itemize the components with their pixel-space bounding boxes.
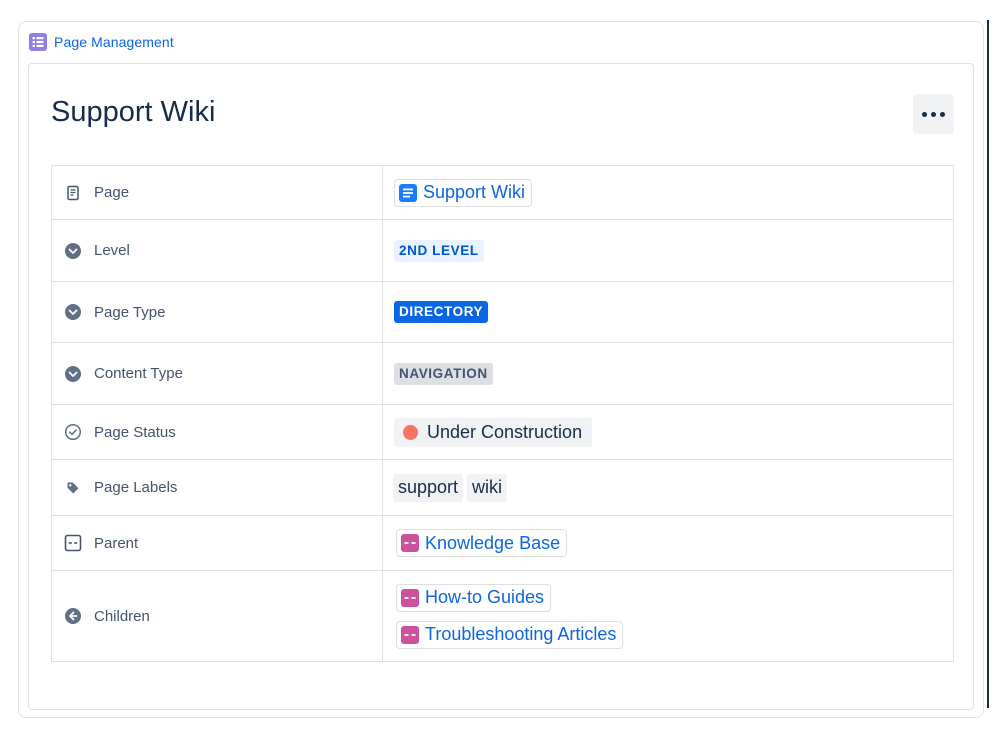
property-key: Page Labels bbox=[51, 459, 383, 516]
window-edge bbox=[987, 20, 989, 708]
property-label: Page bbox=[94, 184, 130, 201]
property-value: support wiki bbox=[382, 459, 954, 516]
table-row: Children How-to Guides Troubleshooting A… bbox=[51, 570, 954, 662]
property-key: Page Status bbox=[51, 404, 383, 460]
property-value: DIRECTORY bbox=[382, 281, 954, 343]
property-value: How-to Guides Troubleshooting Articles bbox=[382, 570, 954, 662]
property-label: Parent bbox=[94, 534, 139, 552]
table-row: Level 2ND LEVEL bbox=[51, 219, 954, 282]
chevron-down-circle-icon bbox=[65, 365, 81, 382]
table-row: Page Type DIRECTORY bbox=[51, 281, 954, 343]
macro-header: Page Management bbox=[29, 32, 174, 52]
more-dot bbox=[931, 111, 936, 117]
property-value: Knowledge Base bbox=[382, 515, 954, 571]
folder-outline-icon bbox=[64, 534, 82, 552]
child-page-label: Troubleshooting Articles bbox=[425, 624, 617, 644]
macro-container: Page Management Support Wiki Page Suppor… bbox=[18, 21, 984, 718]
property-label: Page Status bbox=[94, 423, 176, 441]
check-circle-icon bbox=[64, 423, 82, 441]
property-key: Children bbox=[51, 570, 383, 662]
property-value: 2ND LEVEL bbox=[382, 219, 954, 282]
property-key: Level bbox=[51, 219, 383, 282]
more-horizontal-icon bbox=[922, 111, 927, 117]
page-title: Support Wiki bbox=[51, 96, 216, 128]
status-dot bbox=[403, 424, 418, 440]
folder-icon bbox=[401, 588, 419, 607]
macro-title-link[interactable]: Page Management bbox=[54, 34, 174, 50]
property-key: Page bbox=[51, 165, 383, 220]
property-label: Page Type bbox=[94, 303, 166, 321]
child-page-link[interactable]: How-to Guides bbox=[396, 583, 552, 612]
page-type-lozenge: DIRECTORY bbox=[394, 301, 489, 323]
property-value: Under Construction bbox=[382, 404, 954, 460]
property-value: Support Wiki bbox=[382, 165, 954, 220]
folder-icon bbox=[401, 625, 419, 644]
status-badge: Under Construction bbox=[394, 417, 593, 447]
page-properties-card: Support Wiki Page Support Wiki Level 2ND… bbox=[28, 63, 974, 710]
property-label: Children bbox=[94, 607, 150, 625]
table-icon bbox=[29, 33, 47, 51]
children-list: How-to Guides Troubleshooting Articles bbox=[396, 583, 953, 649]
label-tag-wiki[interactable]: wiki bbox=[467, 473, 508, 502]
property-key: Page Type bbox=[51, 281, 383, 343]
tag-icon bbox=[67, 482, 79, 493]
status-text: Under Construction bbox=[427, 421, 583, 442]
table-row: Parent Knowledge Base bbox=[51, 515, 954, 571]
property-label: Content Type bbox=[94, 365, 183, 382]
table-row: Page Labels support wiki bbox=[51, 459, 954, 516]
more-actions-button[interactable] bbox=[913, 94, 954, 134]
label-tag-support[interactable]: support bbox=[393, 473, 464, 502]
page-link-label: Support Wiki bbox=[423, 182, 526, 202]
properties-table: Page Support Wiki Level 2ND LEVEL Page T… bbox=[51, 165, 954, 662]
arrow-left-circle-icon bbox=[65, 608, 81, 624]
property-value: NAVIGATION bbox=[382, 342, 954, 405]
folder-icon bbox=[401, 534, 419, 552]
child-page-label: How-to Guides bbox=[425, 587, 545, 607]
table-row: Page Status Under Construction bbox=[51, 404, 954, 460]
page-icon bbox=[67, 185, 79, 200]
chevron-down-circle-icon bbox=[65, 304, 81, 320]
parent-page-link[interactable]: Knowledge Base bbox=[396, 529, 568, 557]
page-link[interactable]: Support Wiki bbox=[394, 178, 533, 207]
property-label: Level bbox=[94, 242, 130, 259]
child-page-link[interactable]: Troubleshooting Articles bbox=[396, 620, 624, 649]
more-dot bbox=[940, 111, 945, 117]
table-row: Page Support Wiki bbox=[51, 165, 954, 220]
level-lozenge: 2ND LEVEL bbox=[394, 239, 484, 262]
page-doc-icon bbox=[399, 183, 417, 202]
property-key: Content Type bbox=[51, 342, 383, 405]
property-key: Parent bbox=[51, 515, 383, 571]
table-row: Content Type NAVIGATION bbox=[51, 342, 954, 405]
parent-page-label: Knowledge Base bbox=[425, 532, 561, 553]
chevron-down-circle-icon bbox=[65, 242, 81, 259]
property-label: Page Labels bbox=[94, 479, 178, 496]
content-type-lozenge: NAVIGATION bbox=[394, 362, 493, 385]
